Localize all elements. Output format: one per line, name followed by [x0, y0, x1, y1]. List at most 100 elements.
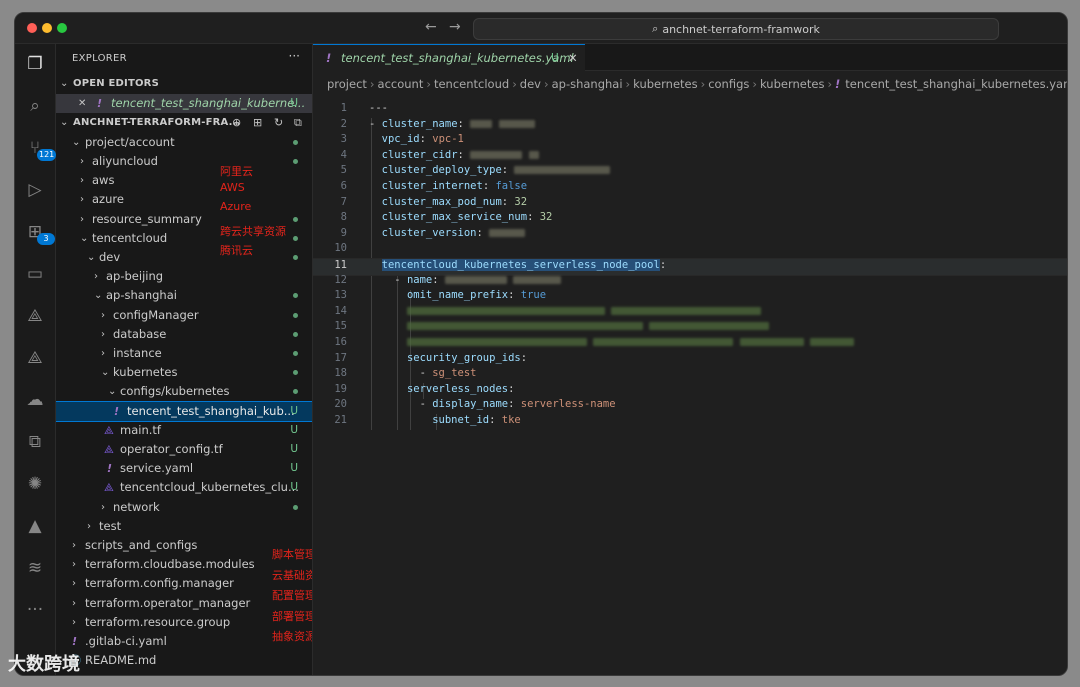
chevron-right-icon: › — [80, 194, 84, 205]
search-icon[interactable]: ⌕ — [23, 94, 47, 118]
command-center[interactable]: ⌕ anchnet-terraform-framwork — [473, 18, 999, 40]
source-control-icon[interactable]: ⑂ 121 — [23, 136, 57, 161]
container-icon[interactable]: ⧉ — [23, 430, 47, 454]
annotation: Azure — [220, 200, 252, 213]
breadcrumb-item[interactable]: account — [378, 77, 424, 91]
tree-folder-instance[interactable]: › instance — [56, 344, 312, 363]
extensions-icon[interactable]: ⊞ 3 — [23, 220, 55, 245]
remote-explorer-icon[interactable]: ▭ — [23, 262, 47, 286]
open-editors-section[interactable]: ⌄ OPEN EDITORS — [56, 74, 312, 93]
breadcrumb-item[interactable]: ap-shanghai — [552, 77, 623, 91]
breadcrumb-item[interactable]: tencent_test_shanghai_kubernetes.yaml — [845, 77, 1067, 91]
tree-folder-azure[interactable]: › azure — [56, 190, 312, 209]
chatgpt-icon[interactable]: ✺ — [23, 472, 47, 496]
annotation: 跨云共享资源 — [220, 225, 286, 238]
annotation: 阿里云 — [220, 165, 253, 178]
code-line: 8 cluster_max_service_num: 32 — [340, 211, 553, 224]
breadcrumb-item[interactable]: dev — [520, 77, 541, 91]
docker-icon[interactable]: ≋ — [23, 556, 47, 580]
code-line: 21 subnet_id: tke — [334, 414, 521, 426]
git-modified-dot — [293, 159, 298, 164]
git-modified-dot — [293, 236, 298, 241]
refresh-icon[interactable]: ↻ — [274, 113, 283, 132]
tree-folder-network[interactable]: › network — [56, 498, 312, 517]
chevron-right-icon: › — [72, 559, 76, 570]
terraform-cloud-icon[interactable]: ⟁ — [23, 346, 47, 370]
chevron-down-icon: ⌄ — [80, 233, 89, 244]
tree-file-readme[interactable]: ⓘ README.md — [56, 651, 312, 670]
chevron-right-icon: › — [72, 540, 76, 551]
tree-file-service-yaml[interactable]: ! service.yaml U — [56, 459, 312, 478]
code-line: 6 cluster_internet: false — [340, 180, 528, 192]
tree-folder-ap-shanghai[interactable]: ⌄ ap-shanghai — [56, 286, 312, 305]
tree-file-main-tf[interactable]: ⟁ main.tf U — [56, 421, 312, 440]
tree-folder-configmanager[interactable]: › configManager — [56, 306, 312, 325]
breadcrumb-item[interactable]: tencentcloud — [434, 77, 509, 91]
tree-file-operator-config[interactable]: ⟁ operator_config.tf U — [56, 440, 312, 459]
new-file-icon[interactable]: ⊕ — [232, 113, 241, 132]
chevron-right-icon: › — [72, 598, 76, 609]
tree-file-tencentcloud-kubernetes[interactable]: ⟁ tencentcloud_kubernetes_clu... U — [56, 478, 312, 497]
explorer-icon[interactable]: ❐ — [23, 52, 47, 76]
cloud-icon[interactable]: ☁ — [23, 388, 47, 412]
new-folder-icon[interactable]: ⊞ — [253, 113, 262, 132]
chevron-right-icon: › — [87, 521, 91, 532]
tree-folder-dev[interactable]: ⌄ dev — [56, 248, 312, 267]
scm-badge: 121 — [37, 149, 57, 161]
chevron-down-icon: ⌄ — [60, 78, 69, 89]
tree-file-selected-yaml[interactable]: ! tencent_test_shanghai_kub... U — [56, 401, 312, 422]
chevron-down-icon: ⌄ — [94, 290, 103, 301]
tab-yaml-file[interactable]: ! tencent_test_shanghai_kubernetes.yaml … — [313, 44, 585, 71]
more-actions-icon[interactable]: ··· — [289, 49, 300, 63]
annotation: 云基础资源管理 — [272, 569, 312, 582]
tree-folder-configs-kubernetes[interactable]: ⌄ configs/kubernetes — [56, 382, 312, 401]
git-modified-dot — [293, 389, 298, 394]
watermark-logo: 大数跨境 — [8, 654, 80, 675]
tree-folder-project-account[interactable]: ⌄ project/account — [56, 133, 312, 152]
git-modified-dot — [293, 313, 298, 318]
close-window-button[interactable] — [27, 23, 37, 33]
terraform-file-icon: ⟁ — [104, 481, 114, 494]
breadcrumb-item[interactable]: kubernetes — [633, 77, 697, 91]
close-icon[interactable]: ✕ — [78, 94, 86, 113]
annotation: AWS — [220, 181, 245, 194]
more-icon[interactable]: ··· — [23, 598, 47, 622]
breadcrumb-item[interactable]: kubernetes — [760, 77, 824, 91]
code-line: 17 security_group_ids: — [334, 351, 528, 364]
tree-folder-database[interactable]: › database — [56, 325, 312, 344]
code-line: 19 serverless_nodes: — [334, 382, 515, 395]
tree-folder-kubernetes[interactable]: ⌄ kubernetes — [56, 363, 312, 382]
code-line: 4 cluster_cidr: — [313, 149, 1067, 165]
back-arrow-icon[interactable]: ← — [425, 19, 437, 35]
chevron-down-icon: ⌄ — [87, 252, 96, 263]
tree-folder-aws[interactable]: › aws — [56, 171, 312, 190]
project-section[interactable]: ⌄ ANCHNET-TERRAFORM-FRA... ⊕ ⊞ ↻ ⧉ — [56, 113, 312, 132]
close-tab-icon[interactable]: ✕ — [568, 45, 578, 71]
forward-arrow-icon[interactable]: → — [449, 19, 461, 35]
chevron-right-icon: › — [80, 214, 84, 225]
tree-folder-ap-beijing[interactable]: › ap-beijing — [56, 267, 312, 286]
minimize-window-button[interactable] — [42, 23, 52, 33]
run-debug-icon[interactable]: ▷ — [23, 178, 47, 202]
activity-bar: ❐ ⌕ ⑂ 121 ▷ ⊞ 3 ▭ ⟁ ⟁ ☁ ⧉ ✺ ▲ ≋ ··· — [15, 44, 57, 675]
breadcrumb-item[interactable]: project — [327, 77, 367, 91]
maximize-window-button[interactable] — [57, 23, 67, 33]
terraform-file-icon: ⟁ — [104, 443, 114, 456]
collapse-all-icon[interactable]: ⧉ — [294, 113, 302, 132]
annotation: 配置管理 — [272, 589, 313, 602]
git-modified-dot — [293, 217, 298, 222]
editor-area: ! tencent_test_shanghai_kubernetes.yaml … — [313, 44, 1067, 675]
tab-bar: ! tencent_test_shanghai_kubernetes.yaml … — [313, 44, 1067, 71]
chevron-right-icon: › — [101, 348, 105, 359]
terraform-icon[interactable]: ⟁ — [23, 304, 47, 328]
tree-folder-aliyuncloud[interactable]: › aliyuncloud — [56, 152, 312, 171]
search-icon: ⌕ — [652, 22, 659, 35]
code-line: 3 vpc_id: vpc-1 — [340, 133, 464, 146]
git-modified-dot — [293, 293, 298, 298]
breadcrumb-item[interactable]: configs — [708, 77, 749, 91]
bell-icon[interactable]: ▲ — [23, 514, 47, 538]
git-modified-dot — [293, 351, 298, 356]
chevron-down-icon: ⌄ — [72, 137, 81, 148]
open-editor-item[interactable]: ✕ ! tencent_test_shanghai_kuberne... U — [56, 94, 312, 113]
tree-folder-test[interactable]: › test — [56, 517, 312, 536]
